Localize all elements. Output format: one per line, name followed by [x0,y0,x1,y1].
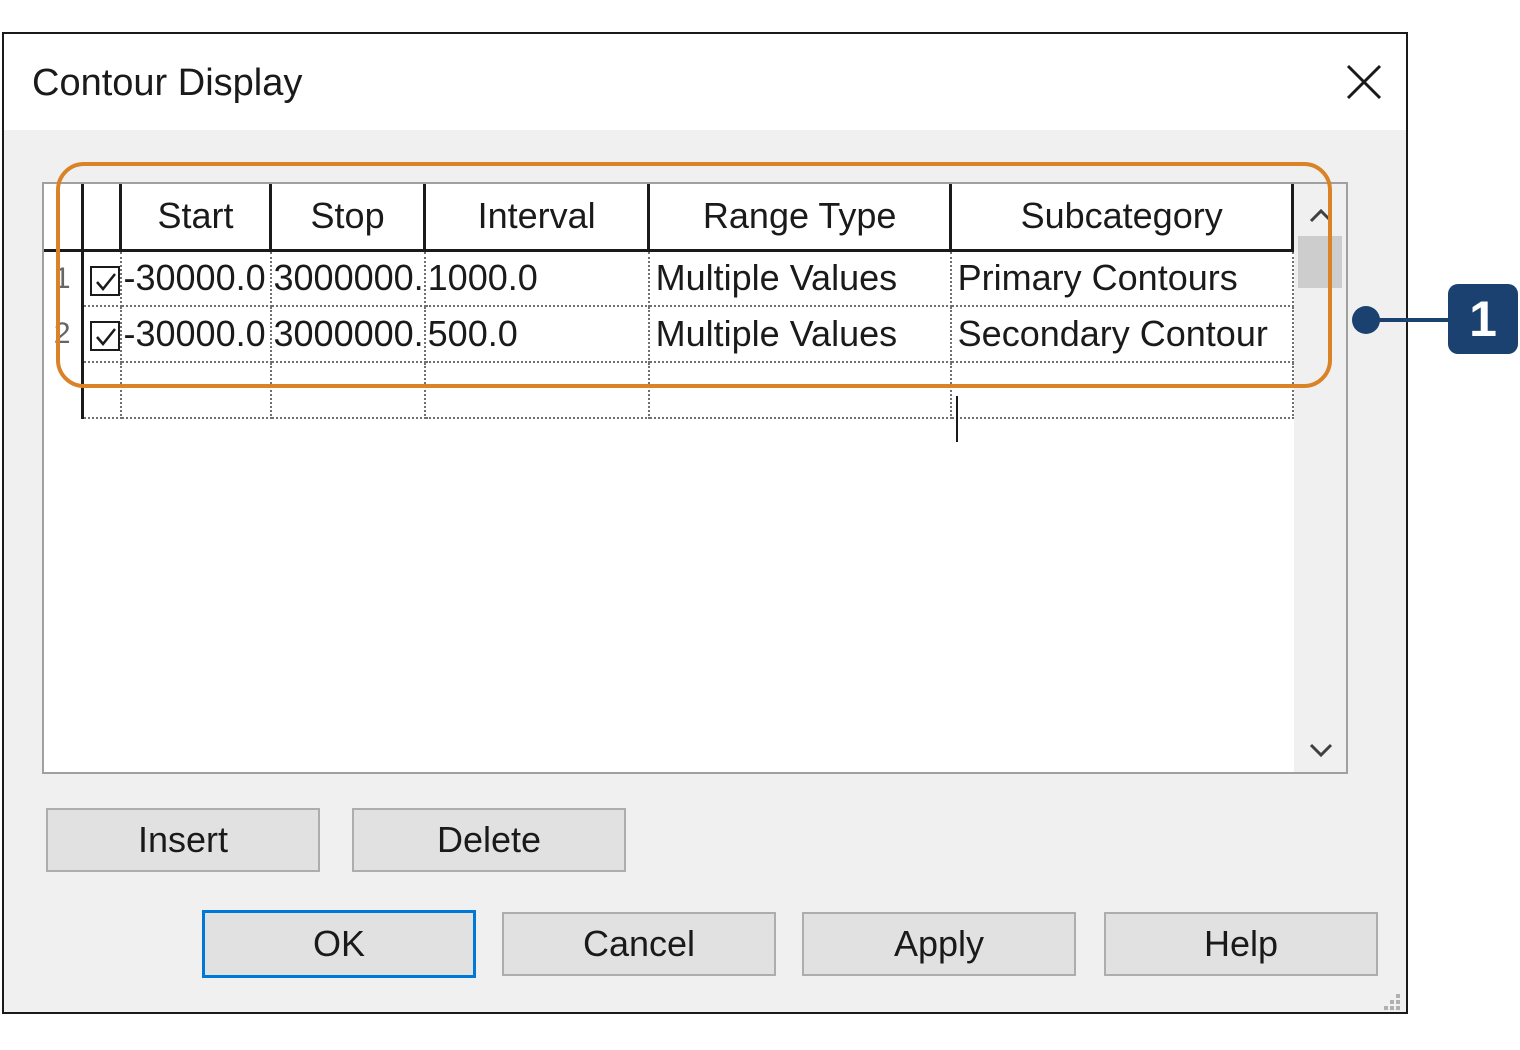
scroll-down-button[interactable] [1304,734,1338,768]
row-number[interactable]: 1 [44,250,84,306]
empty-new-row[interactable] [44,362,1294,419]
row-header-corner [44,184,84,252]
start-cell[interactable]: -30000.0 [120,306,272,363]
checkbox-header [82,184,122,252]
subcategory-cell[interactable]: Primary Contours [950,250,1294,307]
column-header-range-type[interactable]: Range Type [648,184,953,252]
range-type-cell[interactable]: Multiple Values [648,306,952,363]
stop-cell[interactable]: 3000000. [270,250,426,307]
help-button[interactable]: Help [1104,912,1378,976]
title-bar: Contour Display [4,34,1406,130]
empty-cell[interactable] [950,362,1294,419]
row-number[interactable] [44,362,84,418]
column-header-start[interactable]: Start [120,184,272,252]
empty-cell[interactable] [120,362,272,419]
close-icon [1346,64,1382,100]
empty-cell[interactable] [648,362,952,419]
table-row[interactable]: 1 -30000.0 3000000. 1000.0 Multiple Valu… [44,250,1294,307]
ok-button[interactable]: OK [202,910,476,978]
apply-button[interactable]: Apply [802,912,1076,976]
checkmark-icon [95,328,116,347]
delete-button[interactable]: Delete [352,808,626,872]
column-header-subcategory[interactable]: Subcategory [950,184,1295,252]
start-cell[interactable]: -30000.0 [120,250,272,307]
text-cursor [956,396,958,442]
interval-cell[interactable]: 1000.0 [424,250,650,307]
table-row[interactable]: 2 -30000.0 3000000. 500.0 Multiple Value… [44,306,1294,363]
interval-cell[interactable]: 500.0 [424,306,650,363]
row-number[interactable]: 2 [44,306,84,362]
resize-grip-icon[interactable] [1376,992,1402,1012]
checkbox[interactable] [89,265,119,296]
empty-cell[interactable] [82,362,122,419]
dialog-title: Contour Display [32,62,303,104]
close-button[interactable] [1326,54,1402,110]
checkbox[interactable] [89,321,119,352]
cancel-button[interactable]: Cancel [502,912,776,976]
chevron-up-icon [1309,208,1333,223]
checkmark-icon [95,272,116,291]
stop-cell[interactable]: 3000000. [270,306,426,363]
empty-cell[interactable] [270,362,426,419]
contour-table: Start Stop Interval Range Type Subcatego… [44,184,1295,419]
insert-button[interactable]: Insert [46,808,320,872]
callout-dot [1352,306,1380,334]
row-visible-checkbox[interactable] [82,250,122,307]
scroll-thumb[interactable] [1298,236,1342,288]
column-header-stop[interactable]: Stop [270,184,427,252]
vertical-scrollbar[interactable] [1294,184,1346,772]
contour-display-dialog: Contour Display Start Stop Interval Rang… [2,32,1408,1014]
chevron-down-icon [1309,743,1333,758]
contour-grid: Start Stop Interval Range Type Subcatego… [42,182,1348,774]
header-row: Start Stop Interval Range Type Subcatego… [44,184,1295,252]
range-type-cell[interactable]: Multiple Values [648,250,952,307]
callout-badge: 1 [1448,284,1518,354]
scroll-up-button[interactable] [1304,198,1338,232]
subcategory-cell[interactable]: Secondary Contour [950,306,1294,363]
row-visible-checkbox[interactable] [82,306,122,363]
empty-cell[interactable] [424,362,650,419]
column-header-interval[interactable]: Interval [424,184,651,252]
